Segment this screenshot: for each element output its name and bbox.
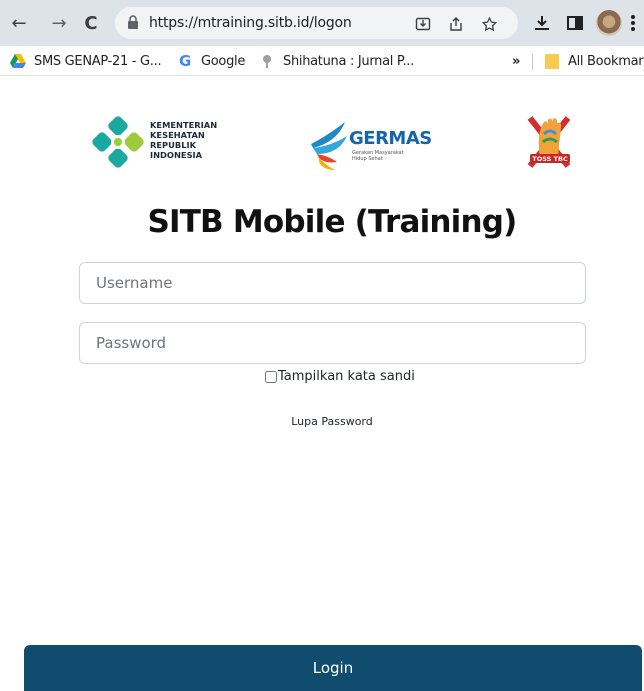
bookmark-label: Shihatuna : Jurnal P...	[283, 53, 414, 69]
bookmark-sms-genap[interactable]: SMS GENAP-21 - G...	[10, 52, 162, 70]
bookmark-label: SMS GENAP-21 - G...	[34, 53, 162, 69]
kemenkes-logo-text: KEMENTERIAN	[150, 120, 217, 130]
password-input[interactable]	[79, 322, 586, 364]
site-favicon-icon	[259, 53, 275, 69]
kemenkes-logo: KEMENTERIAN KESEHATAN REPUBLIK INDONESIA	[88, 112, 238, 172]
google-drive-icon	[10, 53, 26, 69]
show-password-label: Tampilkan kata sandi	[278, 369, 415, 384]
logo-row: KEMENTERIAN KESEHATAN REPUBLIK INDONESIA…	[0, 100, 644, 180]
reload-button[interactable]: C	[80, 12, 102, 34]
germas-logo: GERMAS Gerakan Masyarakat Hidup Sehat	[307, 114, 437, 174]
menu-kebab-icon[interactable]	[630, 13, 636, 33]
install-app-icon[interactable]	[413, 14, 433, 34]
all-bookmarks-button[interactable]: All Bookmarks	[544, 52, 644, 70]
bookmark-label: Google	[201, 53, 246, 69]
download-icon[interactable]	[531, 12, 553, 34]
page-title: SITB Mobile (Training)	[147, 204, 517, 240]
all-bookmarks-label: All Bookmarks	[568, 53, 644, 69]
bookmark-star-icon[interactable]	[479, 14, 499, 34]
forward-arrow-icon: →	[51, 12, 67, 34]
folder-icon	[544, 53, 560, 69]
kemenkes-logo-text: KESEHATAN	[150, 130, 205, 140]
toss-tbc-logo: TOSS TBC	[516, 110, 582, 172]
forgot-password-link[interactable]: Lupa Password	[0, 415, 644, 428]
address-bar[interactable]: https://mtraining.sitb.id/logon	[115, 7, 518, 39]
login-button[interactable]: Login	[24, 645, 642, 691]
bookmarks-divider	[532, 54, 533, 70]
google-g-icon: G	[178, 52, 191, 70]
toss-tbc-text: TOSS TBC	[532, 155, 568, 163]
kemenkes-logo-text: INDONESIA	[150, 150, 203, 160]
share-icon[interactable]	[446, 14, 466, 34]
browser-toolbar: ← → C https://mtraining.sitb.id/logon	[0, 0, 644, 46]
bookmark-shihatuna[interactable]: Shihatuna : Jurnal P...	[259, 52, 414, 70]
forward-button[interactable]: →	[48, 12, 70, 34]
back-arrow-icon: ←	[11, 12, 27, 34]
back-button[interactable]: ←	[8, 12, 30, 34]
chevron-double-right-icon: »	[512, 53, 521, 69]
lock-icon	[127, 15, 139, 34]
profile-avatar[interactable]	[596, 10, 622, 36]
url-text: https://mtraining.sitb.id/logon	[149, 15, 352, 31]
side-panel-icon[interactable]	[564, 12, 586, 34]
reload-icon: C	[84, 12, 98, 34]
username-input[interactable]	[79, 262, 586, 304]
germas-logo-text: GERMAS	[349, 128, 432, 149]
germas-tagline: Hidup Sehat	[352, 156, 383, 162]
bookmarks-bar: SMS GENAP-21 - G... G Google Shihatuna :…	[0, 46, 644, 76]
show-password-toggle[interactable]: Tampilkan kata sandi	[265, 369, 415, 384]
bookmark-google[interactable]: G Google	[177, 52, 245, 70]
show-password-checkbox[interactable]	[265, 370, 277, 383]
bookmarks-overflow-button[interactable]: »	[512, 52, 520, 70]
kemenkes-logo-text: REPUBLIK	[150, 140, 197, 150]
